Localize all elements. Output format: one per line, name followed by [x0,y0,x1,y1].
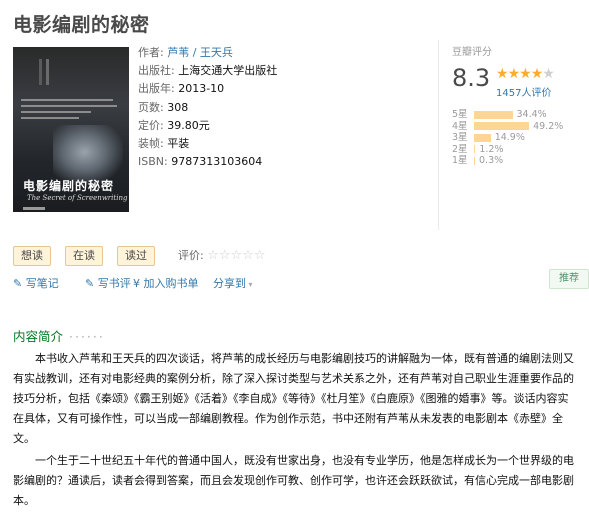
rating-dist-label: 4星 [452,120,468,132]
intro-text: 本书收入芦苇和王天兵的四次谈话，将芦苇的成长经历与电影编剧技巧的讲解融为一体，既… [13,349,579,513]
rating-dist-label: 3星 [452,132,468,143]
rating-label: 豆瓣评分 [452,47,492,58]
star-empty-icon: ★ [542,66,555,82]
star-icon: ★ [496,66,509,82]
book-info: 作者: 芦苇 / 王天兵 出版社: 上海交通大学出版社 出版年: 2013-10… [138,44,428,171]
rating-dist-percent: 14.9% [494,132,525,143]
publisher-value: 上海交通大学出版社 [178,64,278,78]
pages-value: 308 [167,100,189,114]
intro-paragraph: 一个生于二十世纪五十年代的普通中国人，既没有世家出身，也没有专业学历，他是怎样成… [13,454,574,507]
rating-stars: ★★★★★ [496,66,555,82]
publisher-label: 出版社: [138,64,175,78]
rating-dist-label: 2星 [452,143,468,155]
rating-dist-row: 3星 14.9% [452,132,563,144]
write-note-link[interactable]: ✎ 写笔记 [13,275,59,291]
pubdate-value: 2013-10 [178,82,225,96]
intro-section-title: 内容简介 ······ [13,329,105,344]
cover-subtitle: The Secret of Screenwriting [27,194,128,202]
evaluate-area: 评价: ☆☆☆☆☆ [178,247,266,263]
title-dots: ······ [69,329,105,344]
book-title: 电影编剧的秘密 [13,14,150,36]
isbn-label: ISBN: [138,155,168,169]
cover-decor [39,59,42,85]
author-row: 作者: 芦苇 / 王天兵 [138,44,428,62]
reading-button[interactable]: 在读 [65,246,103,266]
rating-dist-bar [474,133,491,142]
rating-dist-row: 1星 0.3% [452,155,563,167]
rating-dist-percent: 34.4% [516,109,547,120]
pages-label: 页数: [138,100,164,114]
add-to-cart-link[interactable]: ¥ 加入购书单 [133,275,199,291]
author-label: 作者: [138,46,164,59]
want-to-read-button[interactable]: 想读 [13,246,51,266]
rating-dist-row: 5星 34.4% [452,109,563,121]
pages-row: 页数: 308 [138,99,428,117]
pencil-icon: ✎ [85,277,98,290]
rating-dist-bar [474,145,476,153]
publisher-row: 出版社: 上海交通大学出版社 [138,62,428,80]
book-cover-image[interactable]: 电影编剧的秘密 The Secret of Screenwriting [13,47,129,212]
intro-paragraph: 本书收入芦苇和王天兵的四次谈话，将芦苇的成长经历与电影编剧技巧的讲解融为一体，既… [13,352,574,445]
evaluate-stars[interactable]: ☆☆☆☆☆ [207,248,265,263]
cover-publisher-mark [23,207,45,210]
pubdate-label: 出版年: [138,82,175,96]
rating-dist-percent: 49.2% [533,120,564,132]
recommend-button[interactable]: 推荐 [549,269,589,289]
rating-distribution: 5星 34.4% 4星 49.2% 3星 14.9% 2星 1.2% 1星 0.3% [452,109,563,167]
rating-dist-bar [474,156,475,165]
rating-dist-label: 5星 [452,109,468,120]
price-label: 定价: [138,118,164,132]
pencil-icon: ✎ [13,277,26,290]
rating-dist-percent: 1.2% [479,143,504,155]
rating-dist-label: 1星 [452,155,468,166]
cover-decor [46,59,49,85]
star-icon: ★ [519,66,532,82]
yen-icon: ¥ [133,277,144,290]
price-row: 定价: 39.80元 [138,117,428,135]
star-icon: ★ [507,66,521,82]
price-value: 39.80元 [167,118,210,132]
pubdate-row: 出版年: 2013-10 [138,80,428,98]
rating-dist-percent: 0.3% [479,155,504,166]
write-review-link[interactable]: ✎ 写书评 [85,275,131,291]
rating-dist-bar [474,122,530,130]
share-dropdown[interactable]: 分享到 ▾ [213,275,253,291]
star-icon: ★ [530,66,544,82]
isbn-value: 9787313103604 [171,155,263,169]
rating-dist-row: 4星 49.2% [452,121,563,133]
rating-box: 豆瓣评分 8.3 ★★★★★ 1457人评价 5星 34.4% 4星 49.2% 3星 1… [438,40,579,230]
isbn-row: ISBN: 9787313103604 [138,153,428,171]
binding-label: 装帧: [138,136,164,150]
binding-value: 平装 [167,136,190,150]
chevron-down-icon: ▾ [246,280,253,289]
rating-dist-row: 2星 1.2% [452,144,563,156]
rating-dist-bar [474,110,513,119]
cover-title: 电影编剧的秘密 [23,179,115,193]
cover-portrait [53,125,123,185]
rating-score: 8.3 [452,64,491,92]
binding-row: 装帧: 平装 [138,135,428,153]
cover-blurb [21,99,121,123]
rating-count-link[interactable]: 1457人评价 [496,84,551,99]
author-link[interactable]: 芦苇 / 王天兵 [167,46,233,59]
have-read-button[interactable]: 读过 [117,246,155,266]
evaluate-label: 评价: [178,249,204,262]
